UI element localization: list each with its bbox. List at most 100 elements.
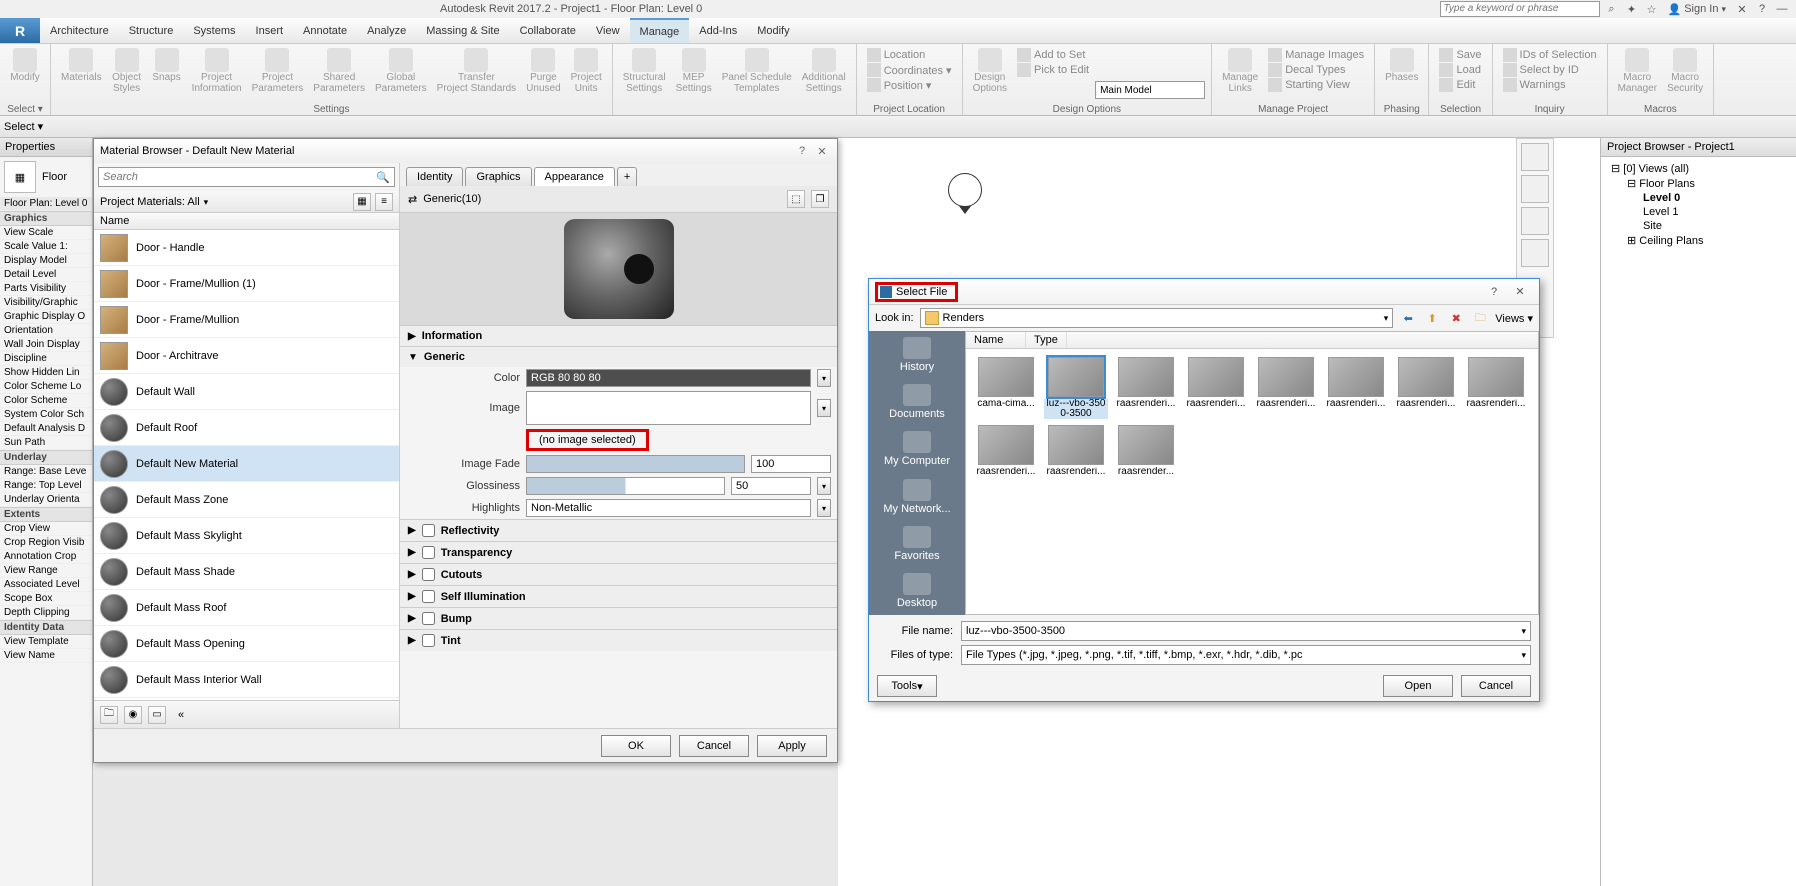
ribbon-manage-links[interactable]: ManageLinks: [1218, 46, 1262, 113]
lookin-combo[interactable]: Renders: [920, 308, 1394, 328]
filetype-combo[interactable]: File Types (*.jpg, *.jpeg, *.png, *.tif,…: [961, 645, 1531, 665]
material-item[interactable]: Default Mass Roof: [94, 590, 399, 626]
ribbon-pick-to-edit[interactable]: Pick to Edit: [1017, 63, 1089, 77]
menu-modify[interactable]: Modify: [747, 18, 799, 43]
ribbon-edit[interactable]: Edit: [1439, 78, 1481, 92]
place-desktop[interactable]: Desktop: [869, 568, 965, 615]
mb-create-icon[interactable]: ◉: [124, 706, 142, 724]
ribbon-project-information[interactable]: ProjectInformation: [188, 46, 246, 113]
search-icon[interactable]: 🔍: [376, 171, 390, 184]
ribbon-combo[interactable]: Main Model: [1095, 81, 1205, 99]
props-row[interactable]: View Range: [0, 564, 92, 578]
select-dropdown[interactable]: Select ▾: [4, 120, 43, 133]
material-item[interactable]: Default Mass Interior Wall: [94, 662, 399, 698]
props-row[interactable]: Range: Base Leve: [0, 465, 92, 479]
section-information[interactable]: ▶Information: [400, 326, 837, 346]
file-thumb[interactable]: cama-cima...: [974, 357, 1038, 419]
section-checkbox[interactable]: [422, 634, 435, 647]
glossiness-value[interactable]: 50: [731, 477, 811, 495]
place-my-network-[interactable]: My Network...: [869, 473, 965, 520]
file-thumb[interactable]: raasrenderi...: [1184, 357, 1248, 419]
material-item[interactable]: Door - Frame/Mullion (1): [94, 266, 399, 302]
material-list-header-name[interactable]: Name: [94, 213, 399, 230]
props-row[interactable]: Scale Value 1:: [0, 240, 92, 254]
section-bump[interactable]: ▶ Bump: [400, 608, 837, 629]
props-row[interactable]: Wall Join Display: [0, 338, 92, 352]
glossiness-slider[interactable]: [526, 477, 725, 495]
nav-wheel-icon[interactable]: [1521, 175, 1549, 203]
mb-duplicate-icon[interactable]: ❐: [811, 190, 829, 208]
tab-appearance[interactable]: Appearance: [534, 167, 615, 186]
material-item[interactable]: Door - Architrave: [94, 338, 399, 374]
help-icon[interactable]: ?: [1754, 1, 1770, 17]
file-thumb[interactable]: raasrenderi...: [1254, 357, 1318, 419]
highlights-value[interactable]: Non-Metallic: [526, 499, 811, 517]
mb-view-list-icon[interactable]: ≡: [375, 193, 393, 211]
file-thumb[interactable]: raasrender...: [1114, 425, 1178, 477]
props-row[interactable]: Sun Path: [0, 436, 92, 450]
project-materials-dropdown[interactable]: Project Materials: All: [100, 196, 200, 208]
props-row[interactable]: Default Analysis D: [0, 422, 92, 436]
newfolder-icon[interactable]: 🗀: [1471, 309, 1489, 327]
menu-structure[interactable]: Structure: [119, 18, 184, 43]
section-cutouts[interactable]: ▶ Cutouts: [400, 564, 837, 585]
material-item[interactable]: Door - Frame/Mullion: [94, 302, 399, 338]
help-search[interactable]: [1440, 1, 1600, 17]
ribbon-macro-manager[interactable]: MacroManager: [1614, 46, 1661, 113]
section-generic[interactable]: ▼Generic: [400, 347, 837, 367]
section-tint[interactable]: ▶ Tint: [400, 630, 837, 651]
delete-icon[interactable]: ✖: [1447, 309, 1465, 327]
props-row[interactable]: Color Scheme: [0, 394, 92, 408]
ribbon-warnings[interactable]: Warnings: [1503, 78, 1597, 92]
ribbon-additional-settings[interactable]: AdditionalSettings: [798, 46, 850, 113]
file-thumb[interactable]: luz---vbo-3500-3500: [1044, 357, 1108, 419]
ribbon-modify[interactable]: Modify: [6, 46, 44, 113]
apply-button[interactable]: Apply: [757, 735, 827, 757]
app-button[interactable]: R: [0, 18, 40, 43]
section-self-illumination[interactable]: ▶ Self Illumination: [400, 586, 837, 607]
image-fade-slider[interactable]: [526, 455, 745, 473]
place-favorites[interactable]: Favorites: [869, 520, 965, 567]
ribbon-mep-settings[interactable]: MEPSettings: [672, 46, 716, 113]
props-row[interactable]: Range: Top Level: [0, 479, 92, 493]
sf-close-icon[interactable]: ✕: [1507, 283, 1533, 301]
props-row[interactable]: Visibility/Graphic: [0, 296, 92, 310]
mb-expand-icon[interactable]: «: [178, 709, 184, 721]
nav-pan-icon[interactable]: [1521, 207, 1549, 235]
ribbon-position-[interactable]: Position ▾: [867, 78, 952, 92]
ribbon-object-styles[interactable]: ObjectStyles: [108, 46, 146, 113]
props-section-identity-data[interactable]: Identity Data: [0, 620, 92, 635]
menu-collaborate[interactable]: Collaborate: [510, 18, 586, 43]
tree-node[interactable]: Level 1: [1603, 205, 1794, 219]
mb-library-icon[interactable]: 🗀: [100, 706, 118, 724]
col-name[interactable]: Name: [966, 332, 1026, 348]
tree-node[interactable]: Site: [1603, 219, 1794, 233]
ribbon-starting-view[interactable]: Starting View: [1268, 78, 1364, 92]
props-row[interactable]: View Name: [0, 649, 92, 663]
material-item[interactable]: Default Mass Opening: [94, 626, 399, 662]
swap-icon[interactable]: ⇄: [408, 193, 417, 206]
up-icon[interactable]: ⬆: [1423, 309, 1441, 327]
material-item[interactable]: Default Mass Shade: [94, 554, 399, 590]
open-button[interactable]: Open: [1383, 675, 1453, 697]
minimize-icon[interactable]: —: [1774, 1, 1790, 17]
glossiness-dropdown[interactable]: ▾: [817, 477, 831, 495]
section-transparency[interactable]: ▶ Transparency: [400, 542, 837, 563]
material-item[interactable]: Default Mass Skylight: [94, 518, 399, 554]
mb-close-icon[interactable]: ✕: [813, 142, 831, 160]
mb-view-grid-icon[interactable]: ▦: [353, 193, 371, 211]
mb-replace-icon[interactable]: ⬚: [787, 190, 805, 208]
color-dropdown[interactable]: ▾: [817, 369, 831, 387]
back-icon[interactable]: ⬅: [1399, 309, 1417, 327]
material-search[interactable]: 🔍: [98, 167, 395, 187]
props-row[interactable]: Discipline: [0, 352, 92, 366]
file-thumb[interactable]: raasrenderi...: [1324, 357, 1388, 419]
props-row[interactable]: Orientation: [0, 324, 92, 338]
cancel-button[interactable]: Cancel: [679, 735, 749, 757]
sf-help-icon[interactable]: ?: [1481, 283, 1507, 301]
col-type[interactable]: Type: [1026, 332, 1067, 348]
ribbon-save[interactable]: Save: [1439, 48, 1481, 62]
image-fade-value[interactable]: 100: [751, 455, 831, 473]
menu-view[interactable]: View: [586, 18, 630, 43]
menu-massing-site[interactable]: Massing & Site: [416, 18, 509, 43]
